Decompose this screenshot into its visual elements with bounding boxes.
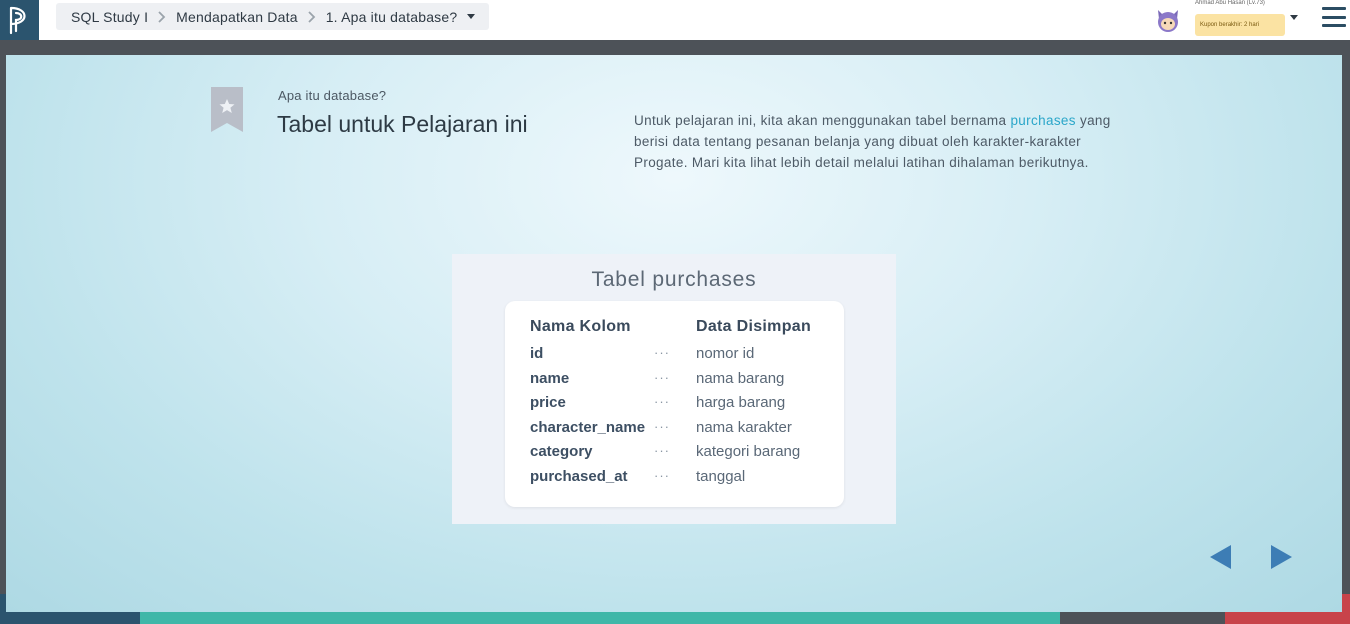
slide-description: Untuk pelajaran ini, kita akan menggunak…	[634, 111, 1114, 173]
separator-dots: ···	[654, 369, 670, 385]
column-name: character_name	[530, 418, 646, 436]
column-name: price	[530, 394, 566, 411]
next-arrow-icon[interactable]	[1271, 545, 1292, 569]
breadcrumb-course[interactable]: SQL Study I	[71, 9, 148, 25]
column-data: tanggal	[696, 467, 746, 485]
column-header-data: Data Disimpan	[696, 318, 812, 335]
table-row: price ··· harga barang	[505, 394, 844, 414]
column-data: harga barang	[696, 394, 786, 411]
column-name: name	[530, 369, 570, 387]
column-name: purchased_at	[530, 467, 628, 485]
chevron-right-icon	[158, 10, 166, 23]
description-text: Untuk pelajaran ini, kita akan menggunak…	[634, 113, 1011, 128]
breadcrumb: SQL Study I Mendapatkan Data 1. Apa itu …	[56, 3, 490, 30]
breadcrumb-lesson[interactable]: 1. Apa itu database?	[326, 9, 458, 25]
chevron-down-icon[interactable]	[467, 14, 476, 19]
column-data: nama barang	[696, 369, 785, 387]
user-name: Ahmad Abu Hasan (Lv.73)	[1195, 0, 1265, 6]
table-body: Nama Kolom Data Disimpan id ··· nomor id…	[505, 301, 844, 507]
column-name: id	[530, 345, 544, 362]
breadcrumb-section[interactable]: Mendapatkan Data	[176, 9, 298, 25]
prev-arrow-icon[interactable]	[1210, 545, 1231, 569]
coupon-badge: Kupon berakhir: 2 hari	[1195, 14, 1285, 36]
column-data: nomor id	[696, 345, 755, 362]
progress-bar	[140, 612, 1060, 624]
slide-subtitle: Apa itu database?	[278, 88, 387, 103]
table-card: Tabel purchases Nama Kolom Data Disimpan…	[452, 254, 896, 524]
table-row: character_name ··· nama karakter	[505, 419, 844, 439]
column-header-name: Nama Kolom	[530, 318, 631, 335]
table-row: purchased_at ··· tanggal	[505, 468, 844, 488]
highlight-purchases: purchases	[1010, 113, 1076, 128]
slide-panel: Apa itu database? Tabel untuk Pelajaran …	[6, 55, 1342, 612]
slide-title: Tabel untuk Pelajaran ini	[277, 111, 528, 137]
hamburger-menu-icon[interactable]	[1322, 7, 1346, 27]
top-bar: SQL Study I Mendapatkan Data 1. Apa itu …	[0, 0, 1350, 40]
table-row: category ··· kategori barang	[505, 443, 844, 463]
progate-logo-icon[interactable]	[0, 0, 39, 40]
avatar[interactable]	[1153, 5, 1183, 35]
table-row: id ··· nomor id	[505, 345, 844, 365]
table-title: Tabel purchases	[591, 268, 757, 291]
bookmark-star-icon[interactable]	[211, 87, 243, 132]
table-row: name ··· nama barang	[505, 370, 844, 390]
separator-dots: ···	[654, 345, 670, 360]
separator-dots: ···	[654, 394, 670, 409]
column-data: nama karakter	[696, 418, 792, 436]
separator-dots: ···	[654, 443, 670, 458]
column-name: category	[530, 443, 593, 460]
separator-dots: ···	[654, 418, 670, 434]
chevron-down-icon[interactable]	[1290, 15, 1298, 20]
column-data: kategori barang	[696, 443, 801, 460]
separator-dots: ···	[654, 467, 670, 483]
chevron-right-icon	[308, 10, 316, 23]
